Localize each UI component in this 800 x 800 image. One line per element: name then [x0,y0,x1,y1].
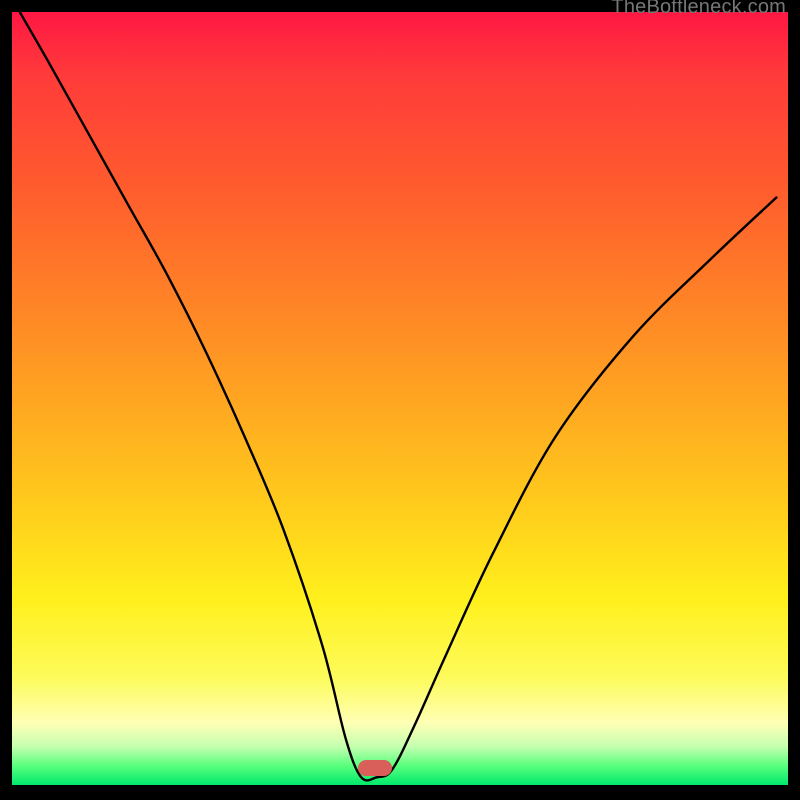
credit-text: TheBottleneck.com [611,0,786,19]
frame-border [0,785,800,800]
frame-border [788,0,800,800]
chart-stage: TheBottleneck.com [0,0,800,800]
baseline-marker-pill [358,760,392,776]
bottleneck-curve [20,12,777,780]
frame-border [0,0,12,800]
curve-layer [0,0,800,800]
